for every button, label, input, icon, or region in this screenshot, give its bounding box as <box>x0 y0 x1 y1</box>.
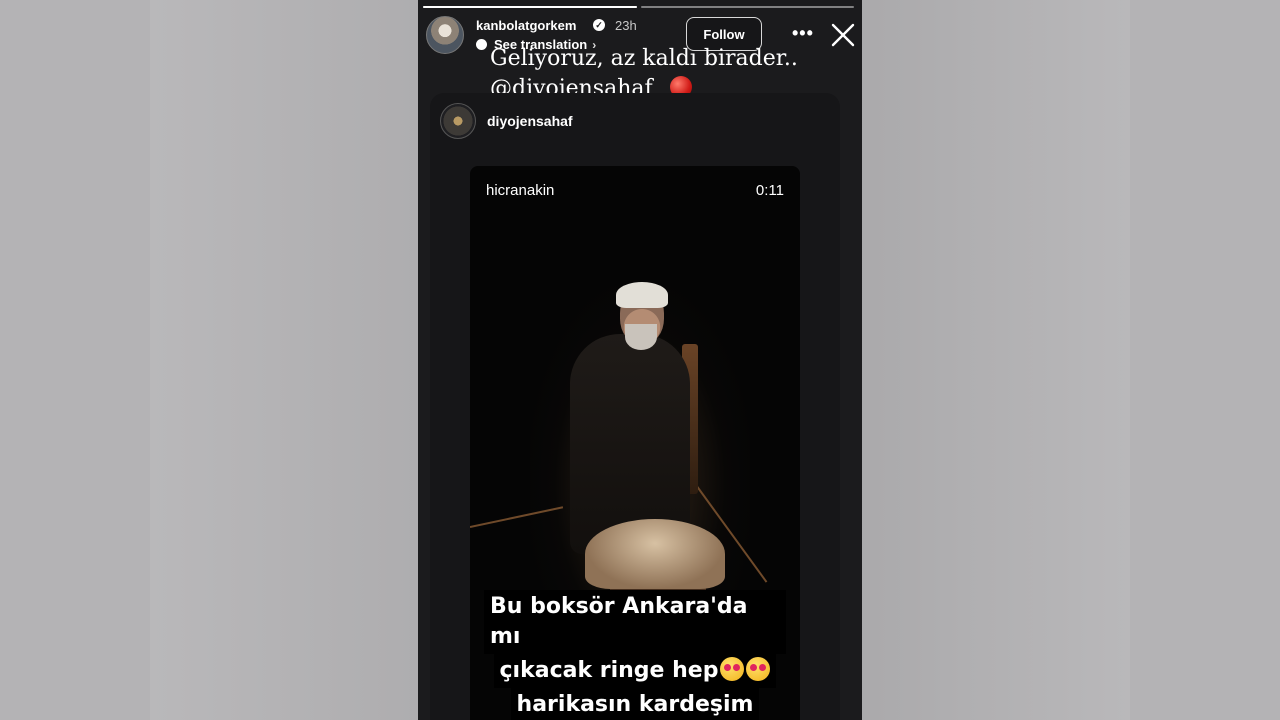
heart-eyes-emoji <box>720 657 745 681</box>
shared-post-card[interactable]: diyojensahaf hicranakin 0:11 Bu boksör A… <box>430 93 840 720</box>
progress-segment <box>423 6 637 8</box>
actor-beard <box>625 324 657 350</box>
translate-icon <box>476 39 487 50</box>
caption-line: Geliyoruz, az kaldı birader.. <box>490 46 798 71</box>
text-sticker: Bu boksör Ankara'da mı çıkacak ringe hep… <box>484 590 786 720</box>
shared-video[interactable]: hicranakin 0:11 Bu boksör Ankara'da mı ç… <box>470 166 800 720</box>
verified-check-icon: ✓ <box>593 19 605 31</box>
sticker-text: çıkacak ringe hep <box>499 658 719 683</box>
post-username[interactable]: diyojensahaf <box>487 113 573 129</box>
progress-segment <box>640 6 854 8</box>
video-username: hicranakin <box>486 182 555 199</box>
sticker-line: harikasın kardeşim <box>510 688 760 720</box>
sticker-line: çıkacak ringe hep <box>493 654 777 688</box>
timestamp: 23h <box>615 18 637 33</box>
progress-fill <box>423 6 637 8</box>
sticker-line: Bu boksör Ankara'da mı <box>484 590 786 654</box>
more-options-icon[interactable]: ••• <box>792 23 814 44</box>
story-progress <box>423 6 854 8</box>
story-viewer: kanbolatgorkem ✓ 23h See translation › F… <box>418 0 862 720</box>
post-avatar[interactable] <box>440 103 476 139</box>
close-icon[interactable] <box>828 20 858 50</box>
heart-eyes-emoji <box>746 657 771 681</box>
actor-hair <box>616 282 668 308</box>
sack <box>585 519 725 589</box>
video-time: 0:11 <box>755 182 784 199</box>
username[interactable]: kanbolatgorkem <box>476 18 576 33</box>
avatar[interactable] <box>426 16 464 54</box>
